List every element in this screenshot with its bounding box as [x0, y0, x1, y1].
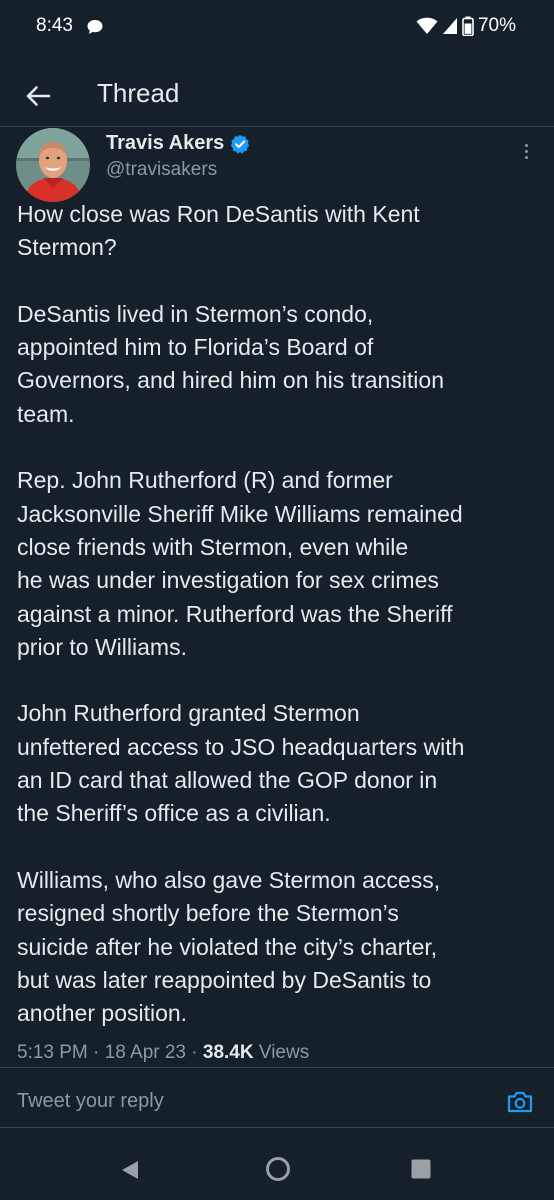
- tweet-author: Travis Akers @travisakers: [16, 126, 536, 202]
- reply-input[interactable]: Tweet your reply: [17, 1090, 164, 1113]
- signal-icon: [442, 18, 457, 34]
- tweet-meta: 5:13 PM · 18 Apr 23 · 38.4K Views: [17, 1042, 309, 1064]
- battery-icon: [462, 16, 474, 36]
- nav-back-icon[interactable]: [118, 1158, 142, 1182]
- nav-recents-icon[interactable]: [410, 1158, 432, 1180]
- more-vertical-icon[interactable]: [516, 138, 536, 164]
- tweet-paragraph: Williams, who also gave Stermon access, …: [17, 866, 441, 1027]
- views-count[interactable]: 38.4K: [203, 1042, 254, 1063]
- chat-notification-icon: [87, 20, 103, 34]
- tweet-date[interactable]: 18 Apr 23: [105, 1042, 186, 1063]
- tweet-paragraph: How close was Ron DeSantis with Kent Ste…: [17, 201, 420, 261]
- meta-separator: ·: [191, 1042, 203, 1063]
- reply-divider: [0, 1127, 554, 1128]
- reply-bar: Tweet your reply: [0, 1067, 554, 1136]
- tweet-paragraph: John Rutherford granted Stermon unfetter…: [17, 700, 465, 827]
- status-bar: 8:43 70%: [0, 0, 554, 56]
- author-name[interactable]: Travis Akers: [106, 132, 224, 155]
- meta-separator: ·: [93, 1042, 105, 1063]
- camera-icon[interactable]: [506, 1088, 534, 1116]
- author-name-row: Travis Akers: [106, 132, 250, 155]
- battery-percent: 70%: [477, 15, 516, 36]
- arrow-left-icon: [26, 86, 51, 106]
- status-icons: 70%: [416, 15, 516, 37]
- page-title: Thread: [97, 78, 180, 108]
- author-handle[interactable]: @travisakers: [106, 159, 217, 181]
- tweet-paragraph: DeSantis lived in Stermon’s condo, appoi…: [17, 300, 444, 427]
- system-nav-bar: [0, 1140, 554, 1200]
- thread-header: Thread: [0, 60, 554, 130]
- avatar[interactable]: [16, 128, 90, 202]
- nav-home-icon[interactable]: [264, 1155, 292, 1183]
- tweet-text: How close was Ron DeSantis with Kent Ste…: [17, 198, 542, 1064]
- status-time: 8:43: [36, 15, 73, 36]
- verified-badge-icon: [231, 134, 250, 154]
- back-button[interactable]: [20, 78, 56, 114]
- views-label: Views: [258, 1042, 310, 1063]
- wifi-icon: [416, 17, 438, 34]
- tweet-paragraph: Rep. John Rutherford (R) and former Jack…: [17, 467, 463, 660]
- tweet-time[interactable]: 5:13 PM: [17, 1042, 88, 1063]
